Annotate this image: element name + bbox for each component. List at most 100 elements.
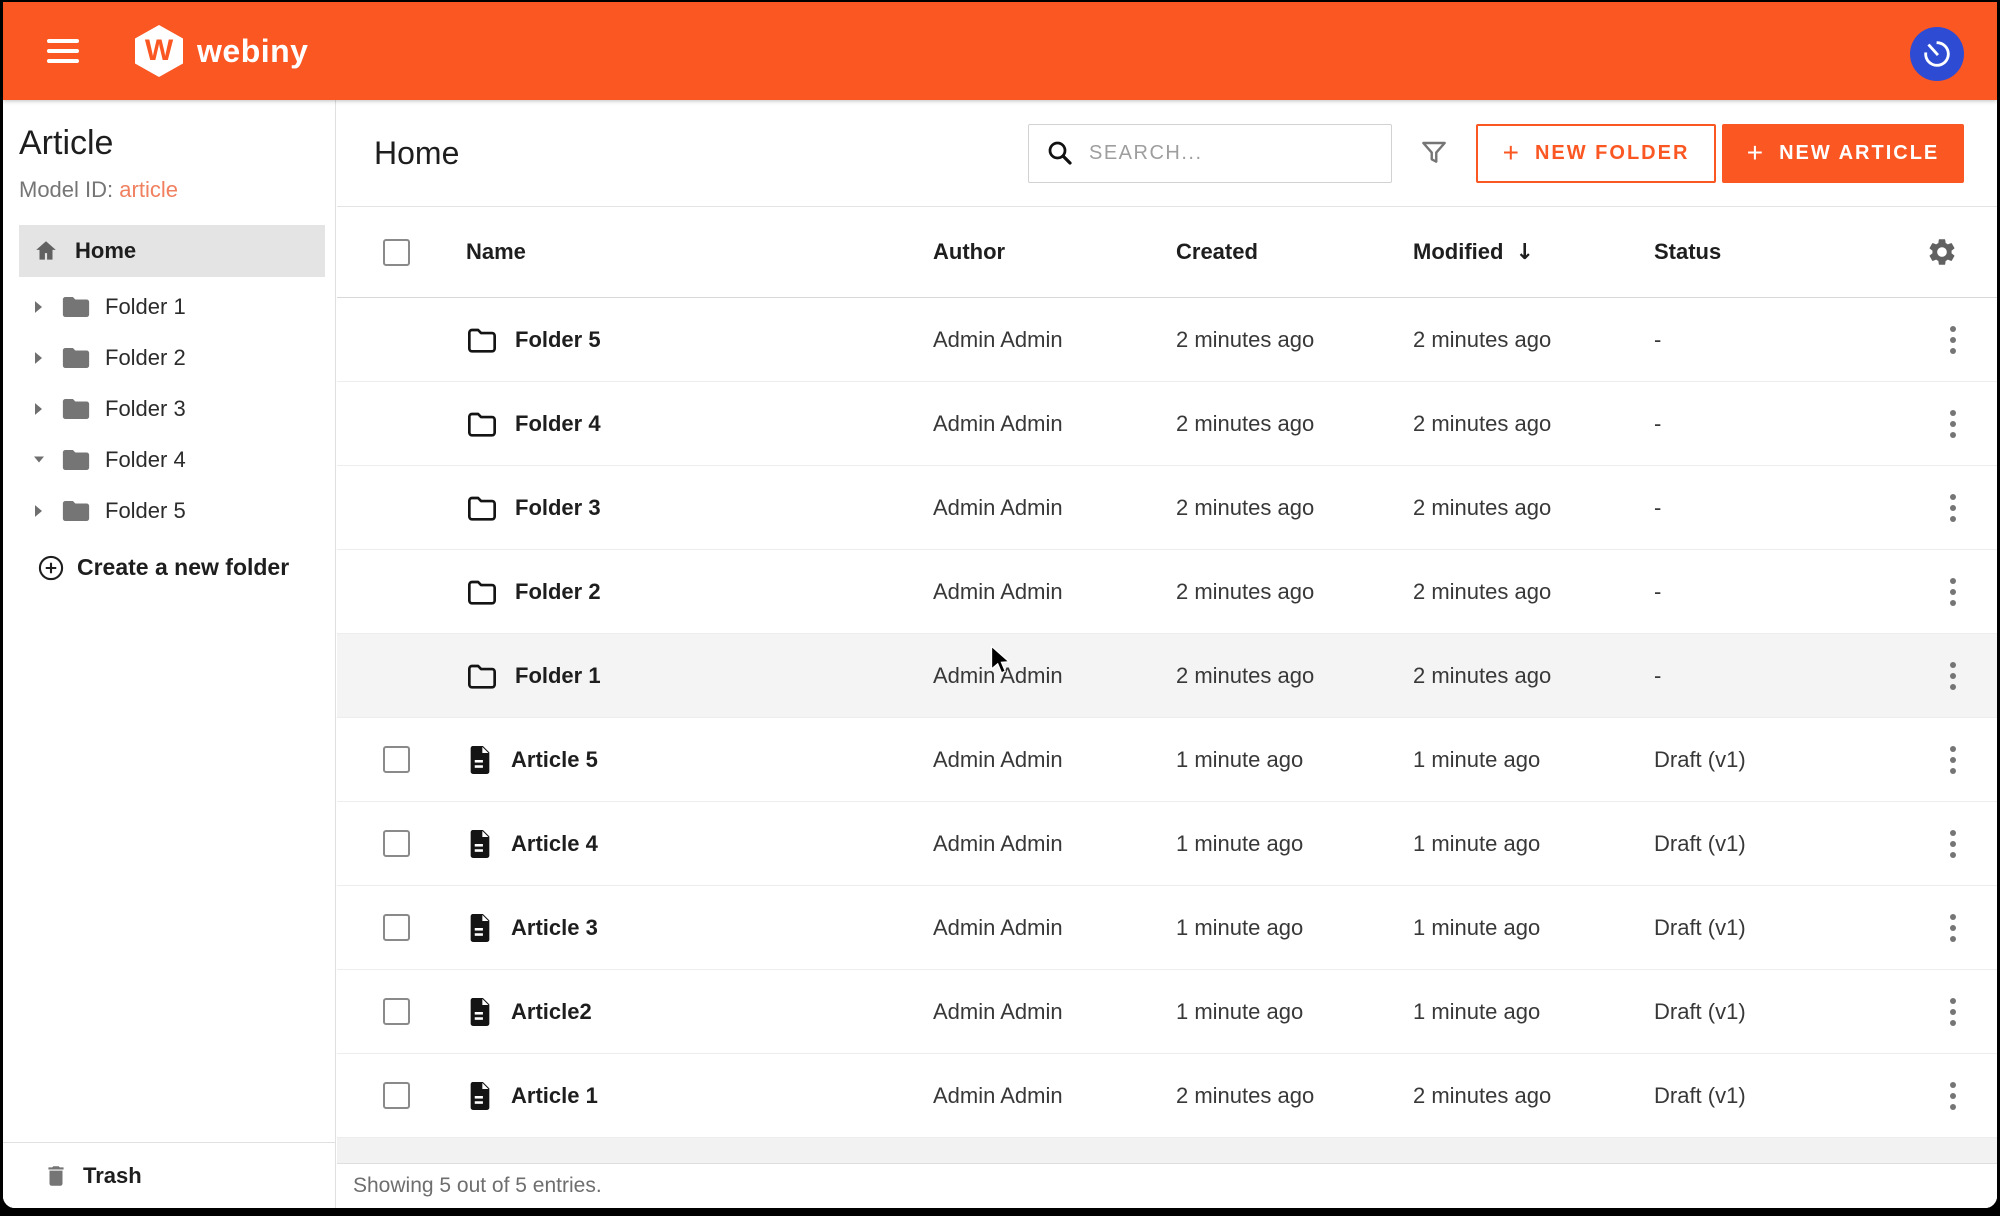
top-app-bar: W webiny	[3, 2, 1997, 100]
table-row[interactable]: Folder 5Admin Admin2 minutes ago2 minute…	[337, 298, 1997, 382]
column-header-name[interactable]: Name	[466, 239, 933, 265]
row-actions-kebab-icon[interactable]	[1926, 998, 1956, 1026]
entry-name[interactable]: Article 5	[511, 747, 598, 773]
table-row[interactable]: Article 1Admin Admin2 minutes ago2 minut…	[337, 1054, 1997, 1138]
row-actions-kebab-icon[interactable]	[1926, 326, 1956, 354]
table-row[interactable]: Folder 2Admin Admin2 minutes ago2 minute…	[337, 550, 1997, 634]
sidebar-folder-item[interactable]: Folder 2	[3, 332, 335, 383]
sidebar-folder-label: Folder 3	[105, 396, 186, 422]
folder-icon	[61, 345, 91, 371]
caret-right-icon[interactable]	[33, 351, 45, 365]
table-settings-gear-icon[interactable]	[1926, 236, 1958, 268]
power-icon	[1913, 30, 1961, 78]
table-row[interactable]: Article 4Admin Admin1 minute ago1 minute…	[337, 802, 1997, 886]
row-actions-kebab-icon[interactable]	[1926, 830, 1956, 858]
entries-table: Name Author Created Modified↓ Status	[337, 206, 1997, 1208]
entry-author: Admin Admin	[933, 747, 1176, 773]
caret-right-icon[interactable]	[33, 402, 45, 416]
entry-modified: 1 minute ago	[1413, 747, 1654, 773]
entry-name[interactable]: Article2	[511, 999, 592, 1025]
table-row[interactable]: Folder 4Admin Admin2 minutes ago2 minute…	[337, 382, 1997, 466]
entry-modified: 1 minute ago	[1413, 915, 1654, 941]
entry-author: Admin Admin	[933, 327, 1176, 353]
sidebar-folder-item[interactable]: Folder 4	[3, 434, 335, 485]
folder-icon	[61, 294, 91, 320]
entry-name[interactable]: Folder 5	[515, 327, 601, 353]
circle-plus-icon	[37, 554, 65, 582]
sort-desc-icon: ↓	[1515, 240, 1533, 265]
row-checkbox[interactable]	[383, 1082, 410, 1109]
entry-name[interactable]: Article 4	[511, 831, 598, 857]
row-actions-kebab-icon[interactable]	[1926, 578, 1956, 606]
row-checkbox[interactable]	[383, 830, 410, 857]
new-folder-button[interactable]: + NEW FOLDER	[1476, 124, 1716, 183]
entry-created: 2 minutes ago	[1176, 411, 1413, 437]
sidebar-home-label: Home	[75, 238, 136, 264]
entry-created: 1 minute ago	[1176, 747, 1413, 773]
sidebar-folder-label: Folder 4	[105, 447, 186, 473]
content-area: Home + NEW FOLDER	[337, 100, 1997, 1208]
row-checkbox[interactable]	[383, 914, 410, 941]
entry-status: -	[1654, 663, 1910, 689]
entry-name[interactable]: Article 3	[511, 915, 598, 941]
folder-icon	[61, 447, 91, 473]
table-row[interactable]: Folder 3Admin Admin2 minutes ago2 minute…	[337, 466, 1997, 550]
entry-created: 2 minutes ago	[1176, 1083, 1413, 1109]
caret-right-icon[interactable]	[33, 504, 45, 518]
column-header-status[interactable]: Status	[1654, 239, 1910, 265]
sidebar-folder-item[interactable]: Folder 3	[3, 383, 335, 434]
row-actions-kebab-icon[interactable]	[1926, 662, 1956, 690]
webiny-logo-icon[interactable]: W	[135, 25, 183, 77]
page-title: Home	[374, 135, 459, 172]
table-footer: Showing 5 out of 5 entries.	[337, 1163, 1997, 1208]
row-actions-kebab-icon[interactable]	[1926, 914, 1956, 942]
entry-name[interactable]: Article 1	[511, 1083, 598, 1109]
plus-icon: +	[1503, 139, 1521, 167]
row-actions-kebab-icon[interactable]	[1926, 1082, 1956, 1110]
caret-down-icon[interactable]	[33, 453, 45, 467]
hamburger-menu-icon[interactable]	[47, 39, 79, 63]
table-row[interactable]: Article 5Admin Admin1 minute ago1 minute…	[337, 718, 1997, 802]
home-icon	[33, 238, 59, 264]
entry-author: Admin Admin	[933, 915, 1176, 941]
table-row[interactable]: Article 3Admin Admin1 minute ago1 minute…	[337, 886, 1997, 970]
sidebar-folder-item[interactable]: Folder 1	[3, 281, 335, 332]
row-actions-kebab-icon[interactable]	[1926, 494, 1956, 522]
entry-name[interactable]: Folder 2	[515, 579, 601, 605]
row-checkbox[interactable]	[383, 746, 410, 773]
entry-status: Draft (v1)	[1654, 915, 1910, 941]
column-header-modified[interactable]: Modified↓	[1413, 239, 1654, 265]
select-all-checkbox[interactable]	[383, 239, 410, 266]
column-header-author[interactable]: Author	[933, 239, 1176, 265]
table-row[interactable]: Folder 1Admin Admin2 minutes ago2 minute…	[337, 634, 1997, 718]
entry-name[interactable]: Folder 3	[515, 495, 601, 521]
new-article-button[interactable]: + NEW ARTICLE	[1722, 124, 1964, 183]
sidebar-item-home[interactable]: Home	[19, 225, 325, 277]
entries-summary: Showing 5 out of 5 entries.	[353, 1174, 602, 1198]
search-input[interactable]	[1089, 142, 1359, 165]
entry-created: 2 minutes ago	[1176, 663, 1413, 689]
model-id-label: Model ID:	[19, 177, 113, 202]
page-header: Home + NEW FOLDER	[337, 100, 1997, 206]
folder-tree: Home Folder 1Folder 2 Folder 3 Folder 4 Fol…	[3, 225, 335, 593]
row-checkbox[interactable]	[383, 998, 410, 1025]
browser-window: W webiny Article Model ID: article	[0, 0, 2000, 1216]
column-header-created[interactable]: Created	[1176, 239, 1413, 265]
sidebar-item-trash[interactable]: Trash	[3, 1142, 335, 1208]
caret-right-icon[interactable]	[33, 300, 45, 314]
entry-status: -	[1654, 327, 1910, 353]
entry-name[interactable]: Folder 4	[515, 411, 601, 437]
sidebar-folder-label: Folder 5	[105, 498, 186, 524]
entry-author: Admin Admin	[933, 495, 1176, 521]
model-id-value[interactable]: article	[119, 177, 178, 202]
table-row[interactable]: Article2Admin Admin1 minute ago1 minute …	[337, 970, 1997, 1054]
entry-created: 1 minute ago	[1176, 999, 1413, 1025]
entry-name[interactable]: Folder 1	[515, 663, 601, 689]
filter-icon[interactable]	[1418, 137, 1450, 169]
user-avatar[interactable]	[1910, 27, 1964, 81]
document-icon	[466, 912, 494, 944]
row-actions-kebab-icon[interactable]	[1926, 746, 1956, 774]
row-actions-kebab-icon[interactable]	[1926, 410, 1956, 438]
create-new-folder-button[interactable]: Create a new folder	[3, 542, 335, 593]
sidebar-folder-item[interactable]: Folder 5	[3, 485, 335, 536]
